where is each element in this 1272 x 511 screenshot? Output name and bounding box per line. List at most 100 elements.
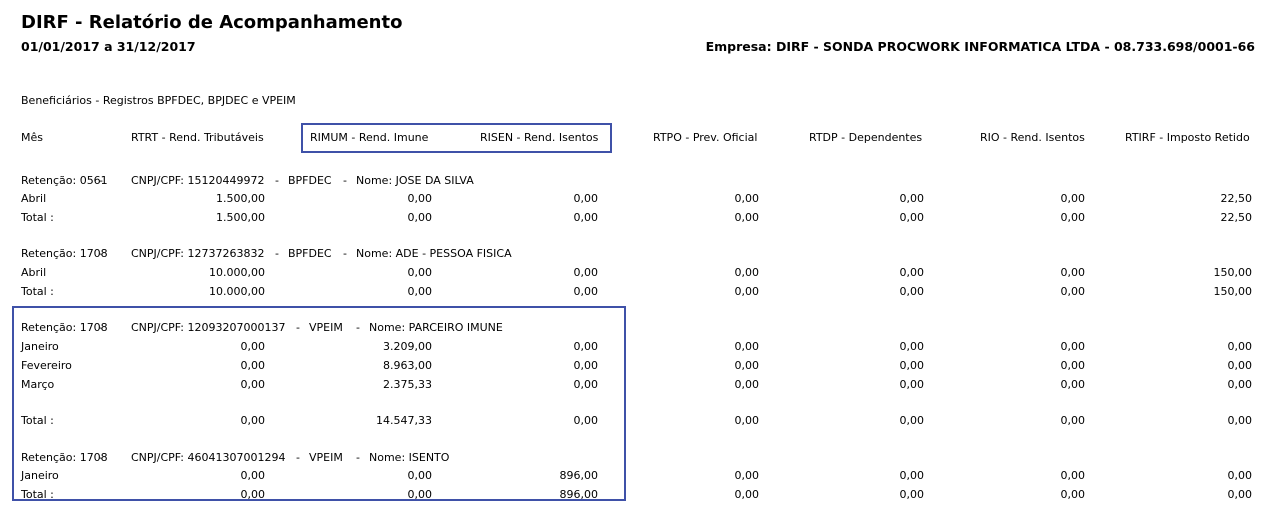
cell-value: 0,00 [734,469,760,482]
cell-value: 0,00 [1060,359,1086,372]
cell-value: 0,00 [899,285,925,298]
cell-value: 0,00 [240,359,266,372]
cell-value: 0,00 [899,192,925,205]
group-separator: - [343,174,347,187]
cell-value: 0,00 [734,488,760,501]
cell-value: 896,00 [559,469,599,482]
cell-value: 0,00 [734,340,760,353]
cell-value: 0,00 [407,192,433,205]
cell-value: 0,00 [899,378,925,391]
group-tipo: BPFDEC [288,247,332,260]
col-header-mes: Mês [21,131,43,144]
cell-value: 0,00 [240,378,266,391]
row-label: Total : [21,285,54,298]
cell-value: 8.963,00 [383,359,432,372]
cell-value: 0,00 [1227,488,1253,501]
group-retencao: Retenção: 1708 [21,247,108,260]
cell-value: 0,00 [573,359,599,372]
cell-value: 0,00 [573,340,599,353]
cell-value: 0,00 [573,211,599,224]
group-separator: - [99,247,103,260]
cell-value: 0,00 [573,414,599,427]
row-label: Fevereiro [21,359,72,372]
group-tipo: VPEIM [309,321,343,334]
group-tipo: VPEIM [309,451,343,464]
cell-value: 0,00 [734,378,760,391]
cell-value: 0,00 [1060,285,1086,298]
cell-value: 0,00 [899,359,925,372]
row-label: Janeiro [21,469,59,482]
cell-value: 0,00 [407,211,433,224]
group-retencao: Retenção: 1708 [21,321,108,334]
cell-value: 0,00 [573,285,599,298]
group-nome: Nome: PARCEIRO IMUNE [369,321,503,334]
group-separator: - [99,321,103,334]
group-cnpj: CNPJ/CPF: 46041307001294 [131,451,286,464]
cell-value: 0,00 [1060,266,1086,279]
cell-value: 10.000,00 [209,285,265,298]
row-label: Total : [21,488,54,501]
row-label: Janeiro [21,340,59,353]
cell-value: 14.547,33 [376,414,432,427]
cell-value: 0,00 [573,378,599,391]
cell-value: 0,00 [734,211,760,224]
cell-value: 0,00 [407,488,433,501]
col-header-rtdp: RTDP - Dependentes [809,131,923,144]
group-nome: Nome: ISENTO [369,451,450,464]
group-separator: - [296,321,300,334]
cell-value: 22,50 [1220,211,1253,224]
company-info: Empresa: DIRF - SONDA PROCWORK INFORMATI… [705,39,1255,54]
group-nome: Nome: JOSE DA SILVA [356,174,474,187]
cell-value: 0,00 [240,340,266,353]
row-label: Total : [21,414,54,427]
group-retencao: Retenção: 0561 [21,174,108,187]
cell-value: 896,00 [559,488,599,501]
group-separator: - [99,451,103,464]
cell-value: 22,50 [1220,192,1253,205]
group-nome: Nome: ADE - PESSOA FISICA [356,247,512,260]
cell-value: 0,00 [1060,469,1086,482]
cell-value: 0,00 [1060,488,1086,501]
cell-value: 0,00 [899,266,925,279]
cell-value: 0,00 [1227,359,1253,372]
cell-value: 0,00 [899,469,925,482]
group-cnpj: CNPJ/CPF: 12093207000137 [131,321,286,334]
cell-value: 0,00 [734,359,760,372]
cell-value: 0,00 [573,192,599,205]
cell-value: 0,00 [1227,469,1253,482]
cell-value: 10.000,00 [209,266,265,279]
group-separator: - [356,451,360,464]
report-period: 01/01/2017 a 31/12/2017 [21,39,196,54]
cell-value: 2.375,33 [383,378,432,391]
cell-value: 0,00 [407,469,433,482]
cell-value: 0,00 [734,192,760,205]
group-separator: - [356,321,360,334]
cell-value: 0,00 [1060,211,1086,224]
highlight-box-columns [301,123,612,153]
cell-value: 0,00 [899,488,925,501]
cell-value: 0,00 [240,488,266,501]
cell-value: 0,00 [734,414,760,427]
cell-value: 1.500,00 [216,192,265,205]
group-separator: - [99,174,103,187]
group-separator: - [275,247,279,260]
cell-value: 0,00 [899,414,925,427]
cell-value: 0,00 [899,211,925,224]
group-retencao: Retenção: 1708 [21,451,108,464]
cell-value: 0,00 [240,414,266,427]
col-header-rio: RIO - Rend. Isentos [980,131,1085,144]
cell-value: 0,00 [1227,378,1253,391]
cell-value: 0,00 [1060,378,1086,391]
cell-value: 0,00 [407,285,433,298]
row-label: Total : [21,211,54,224]
cell-value: 0,00 [1060,340,1086,353]
group-separator: - [296,451,300,464]
cell-value: 1.500,00 [216,211,265,224]
report-title: DIRF - Relatório de Acompanhamento [21,12,403,33]
cell-value: 150,00 [1213,285,1253,298]
col-header-rtrt: RTRT - Rend. Tributáveis [131,131,264,144]
row-label: Abril [21,192,47,205]
cell-value: 0,00 [1227,340,1253,353]
cell-value: 0,00 [240,469,266,482]
section-title: Beneficiários - Registros BPFDEC, BPJDEC… [21,94,296,107]
